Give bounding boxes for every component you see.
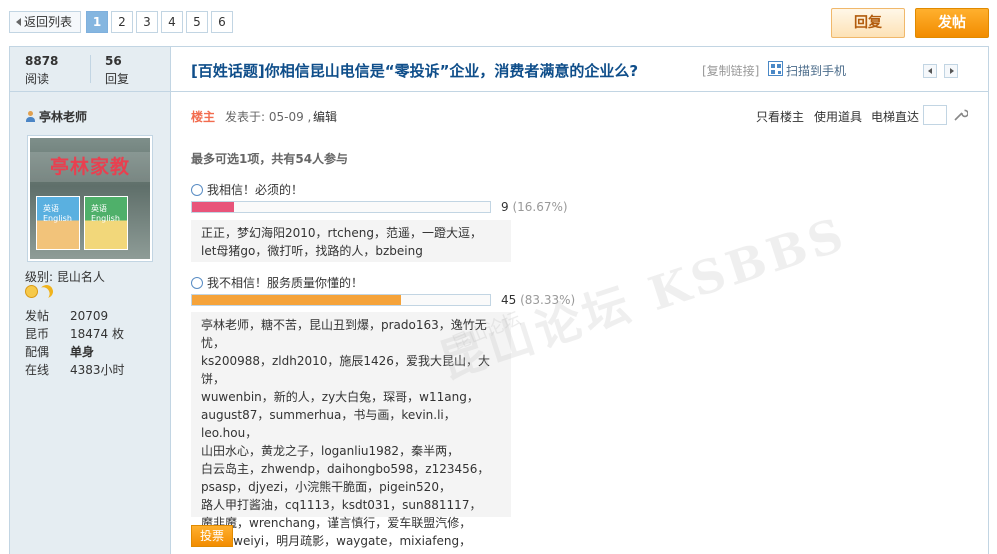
voter-line: psasp，djyezi，小浣熊干脆面，pigein520， bbox=[201, 480, 451, 494]
voter-line: wodeweiyi，明月疏影，waygate，mixiafeng， bbox=[201, 534, 472, 548]
prev-thread-button[interactable] bbox=[923, 64, 937, 78]
poll-result-1: 9 (16.67%) bbox=[501, 200, 568, 214]
next-thread-button[interactable] bbox=[944, 64, 958, 78]
author-name-link[interactable]: 亭林老师 bbox=[25, 108, 87, 125]
voter-line: ks200988，zldh2010，施辰1426，爱我大昆山，大饼， bbox=[201, 354, 490, 386]
voter-line: let母猪go，微打听，找路的人，bzbeing bbox=[201, 244, 423, 258]
avatar-sign-text: 亭林家教 bbox=[30, 152, 150, 182]
stat-divider bbox=[90, 55, 91, 83]
user-info-table: 发帖 20709 昆币 18474 枚 配偶 单身 在线 4383小时 bbox=[25, 307, 125, 379]
poll-option-2-label: 我不相信！服务质量你懂的！ bbox=[207, 276, 364, 290]
avatar-book-1-text: 英语 English bbox=[43, 204, 72, 223]
copy-link-button[interactable]: [复制链接] bbox=[702, 62, 759, 79]
user-icon bbox=[25, 110, 36, 123]
avatar[interactable]: 亭林家教 英语 English 英语 English bbox=[27, 135, 153, 262]
page-4-button[interactable]: 4 bbox=[161, 11, 183, 33]
replies-stat: 56 回复 bbox=[105, 54, 129, 87]
chevron-left-icon bbox=[16, 18, 21, 26]
avatar-book-2: 英语 English bbox=[84, 196, 128, 250]
info-key: 在线 bbox=[25, 363, 50, 377]
info-value: 单身 bbox=[70, 345, 95, 359]
info-key: 发帖 bbox=[25, 309, 50, 323]
poll-bar-1-fill bbox=[192, 202, 234, 212]
poll-option-2[interactable]: 我不相信！服务质量你懂的！ bbox=[191, 274, 363, 291]
qr-code-icon[interactable] bbox=[768, 61, 783, 76]
poll-bar-1 bbox=[191, 201, 491, 213]
poll-voters-2: 亭林老师，糖不苦，昆山丑到爆，prado163，逸竹无忧， ks200988，z… bbox=[191, 312, 511, 554]
pagination: 1 2 3 4 5 6 bbox=[86, 11, 233, 33]
scan-to-phone-link[interactable]: 扫描到手机 bbox=[786, 62, 846, 79]
thread-title[interactable]: [百姓话题]你相信昆山电信是“零投诉”企业，消费者满意的企业么? bbox=[191, 60, 638, 81]
views-count: 8878 bbox=[25, 54, 59, 68]
voter-line: 魔非魔，wrenchang，谨言慎行，爱车联盟汽修， bbox=[201, 516, 472, 530]
thread-starter-tag: 楼主 bbox=[191, 110, 216, 124]
replies-count: 56 bbox=[105, 54, 122, 68]
page-6-button[interactable]: 6 bbox=[211, 11, 233, 33]
floor-jump-label: 电梯直达 bbox=[871, 110, 920, 124]
info-key: 昆币 bbox=[25, 327, 50, 341]
vote-button[interactable]: 投票 bbox=[191, 525, 233, 547]
back-to-list-label: 返回列表 bbox=[24, 15, 73, 29]
floor-jump-input[interactable] bbox=[923, 105, 947, 125]
level-icons bbox=[25, 285, 53, 298]
info-row-posts: 发帖 20709 bbox=[25, 307, 125, 325]
post-time: 发表于: 05-09 , bbox=[225, 110, 312, 124]
info-row-online: 在线 4383小时 bbox=[25, 361, 125, 379]
moon-icon bbox=[38, 283, 55, 300]
thread-header: 8878 阅读 56 回复 [百姓话题]你相信昆山电信是“零投诉”企业，消费者满… bbox=[10, 47, 988, 92]
info-key: 配偶 bbox=[25, 345, 50, 359]
author-name: 亭林老师 bbox=[39, 110, 88, 124]
avatar-book-2-text: 英语 English bbox=[91, 204, 120, 223]
new-post-button[interactable]: 发帖 bbox=[915, 8, 989, 38]
voter-line: wuwenbin，新的人，zy大白兔，琛哥，w11ang， bbox=[201, 390, 479, 404]
voter-line: 1097069653 bbox=[201, 550, 501, 554]
views-stat: 8878 阅读 bbox=[25, 54, 58, 87]
poll-option-1-radio[interactable] bbox=[191, 183, 203, 196]
info-value: 18474 枚 bbox=[70, 327, 124, 341]
info-value: 4383小时 bbox=[70, 363, 125, 377]
page-1-button[interactable]: 1 bbox=[86, 11, 108, 33]
poll-option-1-label: 我相信！必须的！ bbox=[207, 183, 304, 197]
poll-option-1[interactable]: 我相信！必须的！ bbox=[191, 181, 303, 198]
replies-label: 回复 bbox=[105, 72, 130, 86]
voter-line: 白云岛主，zhwendp，daihongbo598，z123456， bbox=[201, 462, 490, 476]
avatar-image: 亭林家教 英语 English 英语 English bbox=[30, 138, 150, 259]
poll-result-2-count: 45 bbox=[501, 293, 517, 307]
voter-line: 亭林老师，糖不苦，昆山丑到爆，prado163，逸竹无忧， bbox=[201, 318, 487, 350]
thread-container: 8878 阅读 56 回复 [百姓话题]你相信昆山电信是“零投诉”企业，消费者满… bbox=[9, 46, 989, 554]
info-value[interactable]: 20709 bbox=[70, 307, 108, 325]
back-to-list-button[interactable]: 返回列表 bbox=[9, 11, 82, 33]
poll-bar-2-fill bbox=[192, 295, 401, 305]
smiley-icon bbox=[25, 285, 38, 298]
reply-button[interactable]: 回复 bbox=[831, 8, 905, 38]
page-3-button[interactable]: 3 bbox=[136, 11, 158, 33]
info-row-spouse: 配偶 单身 bbox=[25, 343, 125, 361]
poll-result-1-percent: (16.67%) bbox=[512, 200, 568, 214]
voter-line: 路人甲打酱油，cq1113，ksdt031，sun881117， bbox=[201, 498, 482, 512]
voter-line: 山田水心，黄龙之子，loganliu1982，秦半两， bbox=[201, 444, 460, 458]
poll-info: 最多可选1项，共有54人参与 bbox=[191, 152, 349, 166]
top-toolbar: 返回列表 1 2 3 4 5 6 回复 发帖 bbox=[0, 0, 997, 46]
edit-link[interactable]: 编辑 bbox=[313, 108, 337, 125]
voter-line: august87，summerhua，书与画，kevin.li，leo.hou， bbox=[201, 408, 456, 440]
arrow-right-icon bbox=[950, 68, 954, 74]
only-author-link[interactable]: 只看楼主 bbox=[756, 108, 804, 125]
poll-result-2-percent: (83.33%) bbox=[520, 293, 576, 307]
poll-bar-2 bbox=[191, 294, 491, 306]
poll-voters-1: 正正，梦幻海阳2010，rtcheng，范遥，一蹬大逗， let母猪go，微打听… bbox=[191, 220, 511, 262]
poll-result-1-count: 9 bbox=[501, 200, 509, 214]
voter-line: 正正，梦幻海阳2010，rtcheng，范遥，一蹬大逗， bbox=[201, 226, 482, 240]
user-level: 级别: 昆山名人 bbox=[25, 270, 105, 284]
poll-option-2-radio[interactable] bbox=[191, 276, 203, 289]
poll-result-2: 45 (83.33%) bbox=[501, 293, 575, 307]
page-5-button[interactable]: 5 bbox=[186, 11, 208, 33]
avatar-book-1: 英语 English bbox=[36, 196, 80, 250]
views-label: 阅读 bbox=[25, 72, 50, 86]
info-row-coins: 昆币 18474 枚 bbox=[25, 325, 125, 343]
arrow-left-icon bbox=[928, 68, 932, 74]
use-tool-link[interactable]: 使用道具 bbox=[814, 108, 862, 125]
page-2-button[interactable]: 2 bbox=[111, 11, 133, 33]
wrench-icon[interactable] bbox=[952, 107, 968, 123]
